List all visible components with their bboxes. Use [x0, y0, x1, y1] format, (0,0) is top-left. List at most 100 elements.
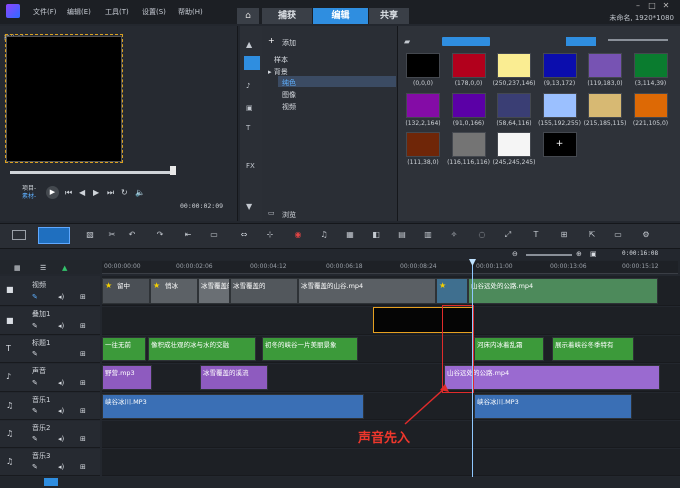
- tree-item-image[interactable]: 图像: [282, 90, 296, 100]
- link-icon[interactable]: ✎: [32, 435, 38, 443]
- voice-clip[interactable]: 冰雪覆盖的溪流: [200, 365, 268, 390]
- add-button[interactable]: 添加: [282, 38, 296, 48]
- motion-track-icon[interactable]: ⊞: [558, 230, 570, 241]
- track-manager-icon[interactable]: ▦: [14, 264, 21, 272]
- color-swatch[interactable]: [497, 92, 531, 118]
- media-filter-buttons[interactable]: [442, 37, 490, 46]
- end-button-icon[interactable]: ⏭: [107, 188, 114, 198]
- scroll-down-icon[interactable]: ▼: [246, 202, 252, 211]
- tab-edit[interactable]: 编辑: [313, 8, 368, 24]
- voice-clip[interactable]: 野营.mp3: [102, 365, 152, 390]
- link-icon[interactable]: ✎: [32, 293, 38, 301]
- add-icon[interactable]: +: [268, 36, 275, 45]
- track-volume-icon[interactable]: ◂): [58, 435, 64, 443]
- motion-icon[interactable]: ⇔: [238, 230, 250, 241]
- video-clip[interactable]: 冰雪覆盖的山谷.mp4: [298, 278, 436, 304]
- playhead[interactable]: [472, 262, 473, 477]
- menu-edit[interactable]: 编辑(E): [67, 7, 91, 17]
- video-clip[interactable]: 冰雪覆盖的: [198, 278, 230, 304]
- link-icon[interactable]: ✎: [32, 463, 38, 471]
- title-clip[interactable]: 初冬的峡谷一片美丽景象: [262, 337, 358, 361]
- track-header-voice[interactable]: [0, 364, 100, 392]
- record-icon[interactable]: ▭: [208, 230, 220, 241]
- title-clip[interactable]: 一往无前: [102, 337, 146, 361]
- video-clip[interactable]: 冰雪覆盖的: [230, 278, 298, 304]
- voice-clip-highlighted[interactable]: 山谷远处的公路.mp4: [444, 365, 660, 390]
- zoom-out-icon[interactable]: ⊖: [512, 250, 518, 258]
- track-name-voice[interactable]: 声音: [32, 366, 46, 376]
- split-icon[interactable]: ✂: [106, 230, 118, 241]
- color-swatch[interactable]: [588, 92, 622, 118]
- grid-icon[interactable]: ⊞: [80, 322, 86, 330]
- wand-icon[interactable]: ✧: [448, 230, 460, 241]
- track-header-video[interactable]: [0, 276, 100, 306]
- track-name-video[interactable]: 视频: [32, 280, 46, 290]
- trim-icon[interactable]: ⇤: [182, 230, 194, 241]
- next-frame-icon[interactable]: ▶: [93, 188, 99, 197]
- track-name-music2[interactable]: 音乐2: [32, 423, 50, 433]
- loop-icon[interactable]: ◌: [476, 230, 488, 241]
- title-tab-icon[interactable]: T: [246, 124, 250, 132]
- grid-icon[interactable]: ⊞: [80, 463, 86, 471]
- tab-capture[interactable]: 捕获: [262, 8, 312, 24]
- zoom-in-icon[interactable]: ⊕: [576, 250, 582, 258]
- undo-icon[interactable]: ↶: [126, 230, 138, 241]
- track-volume-icon[interactable]: ◂): [58, 322, 64, 330]
- grid-icon[interactable]: ⊞: [80, 293, 86, 301]
- track-volume-icon[interactable]: ◂): [58, 407, 64, 415]
- browse-folder-icon[interactable]: ▭: [268, 209, 275, 217]
- preview-timecode[interactable]: 00:00:02:09: [180, 202, 223, 210]
- title-clip[interactable]: 像积成壮观的冰与水的交融: [148, 337, 256, 361]
- color-swatch[interactable]: [588, 53, 622, 78]
- music-clip[interactable]: 峡谷冰川.MP3: [474, 394, 632, 419]
- view-mode-buttons[interactable]: [566, 37, 596, 46]
- title-clip[interactable]: 展示着峡谷冬季特有: [552, 337, 634, 361]
- link-icon[interactable]: ✎: [32, 322, 38, 330]
- export-icon[interactable]: ⇱: [586, 230, 598, 241]
- video-clip[interactable]: 留中 ★: [102, 278, 150, 304]
- scroll-bar-left[interactable]: [44, 478, 58, 486]
- track-volume-icon[interactable]: ◂): [58, 379, 64, 387]
- expand-icon[interactable]: ⤢: [502, 230, 514, 241]
- label-clip[interactable]: 素材-: [22, 191, 36, 200]
- tree-item-sample[interactable]: 样本: [274, 55, 288, 65]
- redo-icon[interactable]: ↷: [154, 230, 166, 241]
- add-color-swatch[interactable]: +: [542, 132, 577, 157]
- storyboard-view-icon[interactable]: [12, 230, 26, 240]
- clip-tool-icon[interactable]: ▧: [84, 230, 96, 241]
- color-swatch[interactable]: [633, 92, 668, 118]
- play-button[interactable]: ▶: [46, 186, 59, 199]
- transition-icon[interactable]: ▣: [246, 104, 253, 112]
- color-swatch[interactable]: [633, 53, 668, 78]
- subtitle-icon[interactable]: ◧: [370, 230, 382, 241]
- prev-frame-icon[interactable]: ◀: [79, 188, 85, 197]
- menu-file[interactable]: 文件(F): [33, 7, 57, 17]
- preview-scrubber[interactable]: [10, 171, 175, 174]
- link-icon[interactable]: ✎: [32, 379, 38, 387]
- volume-icon[interactable]: 🔈: [135, 188, 145, 197]
- timeline-view-button[interactable]: [38, 227, 70, 244]
- media-tab-icon[interactable]: [244, 56, 260, 70]
- ripple-icon[interactable]: ▲: [62, 264, 67, 272]
- split-screen-icon[interactable]: ▥: [422, 230, 434, 241]
- color-swatch[interactable]: [497, 132, 531, 157]
- home-tab-icon[interactable]: ⌂: [237, 8, 259, 24]
- menu-help[interactable]: 帮助(H): [178, 7, 203, 17]
- folder-icon[interactable]: ▰: [404, 37, 410, 46]
- fx-tab-icon[interactable]: FX: [246, 162, 255, 170]
- settings-icon[interactable]: ⚙: [640, 230, 652, 241]
- color-swatch[interactable]: [542, 53, 577, 78]
- color-swatch[interactable]: [451, 53, 486, 78]
- video-clip[interactable]: 山谷远处的公路.mp4: [468, 278, 658, 304]
- maximize-icon[interactable]: □: [646, 2, 658, 10]
- color-swatch[interactable]: [451, 132, 486, 157]
- track-name-overlay[interactable]: 叠加1: [32, 309, 50, 319]
- color-swatch[interactable]: [451, 92, 486, 118]
- screen-record-icon[interactable]: ▭: [612, 230, 624, 241]
- close-icon[interactable]: ✕: [660, 2, 672, 10]
- menu-settings[interactable]: 设置(S): [142, 7, 166, 17]
- zoom-slider[interactable]: [526, 254, 572, 256]
- thumbnail-size-slider[interactable]: [608, 39, 668, 41]
- instant-project-icon[interactable]: ♪: [246, 82, 250, 90]
- minimize-icon[interactable]: –: [632, 2, 644, 10]
